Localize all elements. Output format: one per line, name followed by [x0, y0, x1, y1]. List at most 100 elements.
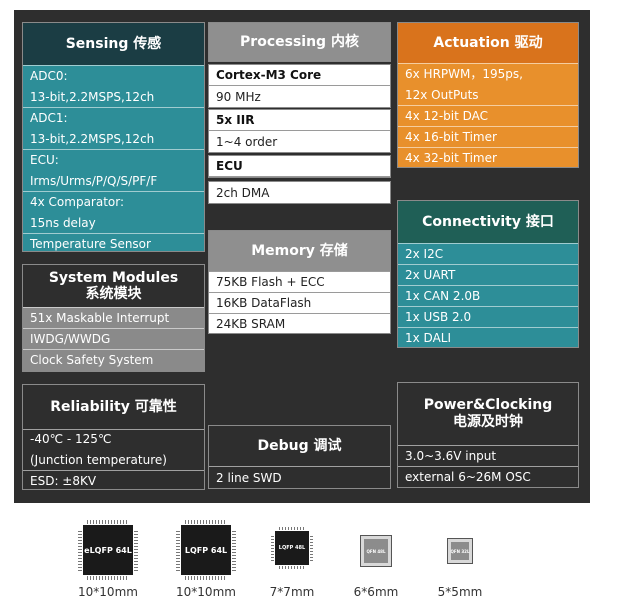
- actuation-item-label: 4x 32-bit Timer: [405, 151, 497, 165]
- actuation-item-label: 6x HRPWM，195ps,: [405, 66, 523, 81]
- power-clocking-block: Power&Clocking 电源及时钟 3.0~3.6V input exte…: [397, 382, 579, 488]
- power-item-input: 3.0~3.6V input: [398, 445, 578, 466]
- memory-item-dataflash: 16KB DataFlash: [209, 292, 390, 313]
- reliability-item-esd: ESD: ±8KV: [23, 470, 204, 491]
- elqfp64-chip-icon: eLQFP 64L: [78, 520, 138, 580]
- package-lqfp64: LQFP 64L 10*10mm: [170, 520, 242, 599]
- connectivity-item-uart: 2x UART: [398, 264, 578, 285]
- debug-title: Debug: [257, 437, 309, 454]
- package-label: QFN 48L: [366, 548, 386, 554]
- sensing-block: Sensing 传感 ADC0: 13-bit,2.2MSPS,12ch ADC…: [22, 22, 205, 252]
- memory-title: Memory: [251, 242, 315, 259]
- reliability-block: Reliability 可靠性 -40℃ - 125℃ (Junction te…: [22, 384, 205, 490]
- processing-block: Processing 内核 Cortex-M3 Core 90 MHz 5x I…: [208, 22, 391, 228]
- package-label: eLQFP 64L: [84, 545, 132, 555]
- connectivity-title: Connectivity: [422, 213, 521, 230]
- sensing-item-value: 15ns delay: [30, 215, 96, 230]
- lqfp48-chip-icon: LQFP 48L: [271, 527, 313, 569]
- sensing-item-temperature: Temperature Sensor: [23, 233, 204, 254]
- connectivity-item-can: 1x CAN 2.0B: [398, 285, 578, 306]
- processing-header: Processing 内核: [208, 22, 391, 62]
- connectivity-title-cn: 接口: [525, 213, 554, 230]
- reliability-item-temperature: -40℃ - 125℃ (Junction temperature): [23, 429, 204, 470]
- reliability-title-cn: 可靠性: [134, 398, 177, 415]
- reliability-item-label: ESD: ±8KV: [30, 474, 97, 488]
- sensing-item-value: Irms/Urms/P/Q/S/PF/F: [30, 173, 158, 188]
- package-size: 10*10mm: [176, 585, 236, 599]
- debug-header: Debug 调试: [209, 426, 390, 466]
- sensing-item-adc1: ADC1: 13-bit,2.2MSPS,12ch: [23, 107, 204, 149]
- iir-label: 5x IIR: [209, 110, 390, 131]
- actuation-item-value: 12x OutPuts: [405, 87, 479, 102]
- sensing-title-cn: 传感: [133, 35, 162, 52]
- power-clocking-header: Power&Clocking 电源及时钟: [398, 383, 578, 445]
- power-clocking-title: Power&Clocking: [423, 397, 553, 413]
- system-modules-item-interrupt: 51x Maskable Interrupt: [23, 307, 204, 328]
- memory-title-cn: 存储: [319, 242, 348, 259]
- package-label: QFN 32L: [450, 548, 470, 554]
- ecu-label: ECU: [209, 156, 390, 177]
- system-modules-item-watchdog: IWDG/WWDG: [23, 328, 204, 349]
- sensing-item-label: ADC0:: [30, 68, 68, 83]
- reliability-header: Reliability 可靠性: [23, 385, 204, 429]
- reliability-item-label: -40℃ - 125℃: [30, 432, 112, 446]
- system-modules-block: System Modules 系统模块 51x Maskable Interru…: [22, 264, 205, 372]
- actuation-block: Actuation 驱动 6x HRPWM，195ps, 12x OutPuts…: [397, 22, 579, 168]
- sensing-item-value: 13-bit,2.2MSPS,12ch: [30, 131, 155, 146]
- package-qfn48: QFN 48L 6*6mm: [348, 525, 404, 599]
- actuation-item-dac: 4x 12-bit DAC: [398, 105, 578, 126]
- sensing-item-label: ADC1:: [30, 110, 68, 125]
- actuation-title-cn: 驱动: [514, 34, 543, 51]
- power-clocking-title-cn: 电源及时钟: [453, 414, 523, 430]
- system-modules-title: System Modules: [48, 270, 179, 286]
- package-size: 7*7mm: [269, 585, 315, 599]
- qfn32-chip-icon: QFN 32L: [447, 538, 473, 564]
- core-box: Cortex-M3 Core 90 MHz: [208, 64, 391, 108]
- memory-header: Memory 存储: [209, 231, 390, 271]
- package-elqfp64: eLQFP 64L 10*10mm: [72, 520, 144, 599]
- actuation-item-timer32: 4x 32-bit Timer: [398, 147, 578, 168]
- memory-item-flash: 75KB Flash + ECC: [209, 271, 390, 292]
- core-value: 90 MHz: [216, 89, 261, 104]
- package-label: LQFP 64L: [184, 545, 228, 555]
- debug-title-cn: 调试: [313, 437, 342, 454]
- package-qfn32: QFN 32L 5*5mm: [432, 525, 488, 599]
- actuation-item-label: 4x 12-bit DAC: [405, 109, 489, 123]
- processing-title: Processing: [240, 33, 327, 50]
- ecu-box: ECU: [208, 155, 391, 178]
- core-label: Cortex-M3 Core: [209, 65, 390, 86]
- memory-item-sram: 24KB SRAM: [209, 313, 390, 334]
- package-size: 10*10mm: [78, 585, 138, 599]
- package-size: 5*5mm: [437, 585, 483, 599]
- processing-title-cn: 内核: [330, 33, 359, 50]
- system-modules-item-clock-safety: Clock Safety System: [23, 349, 204, 370]
- sensing-item-comparator: 4x Comparator: 15ns delay: [23, 191, 204, 233]
- connectivity-item-i2c: 2x I2C: [398, 243, 578, 264]
- system-modules-title-cn: 系统模块: [85, 286, 142, 302]
- sensing-item-value: 13-bit,2.2MSPS,12ch: [30, 89, 155, 104]
- power-item-osc: external 6~26M OSC: [398, 466, 578, 487]
- package-lqfp48: LQFP 48L 7*7mm: [264, 525, 320, 599]
- package-label: LQFP 48L: [278, 545, 306, 551]
- actuation-item-timer16: 4x 16-bit Timer: [398, 126, 578, 147]
- qfn48-chip-icon: QFN 48L: [360, 535, 392, 567]
- iir-value: 1~4 order: [216, 134, 278, 149]
- debug-item-swd: 2 line SWD: [209, 466, 390, 488]
- iir-box: 5x IIR 1~4 order: [208, 109, 391, 153]
- connectivity-item-usb: 1x USB 2.0: [398, 306, 578, 327]
- system-modules-header: System Modules 系统模块: [23, 265, 204, 307]
- sensing-item-adc0: ADC0: 13-bit,2.2MSPS,12ch: [23, 65, 204, 107]
- sensing-item-ecu: ECU: Irms/Urms/P/Q/S/PF/F: [23, 149, 204, 191]
- debug-block: Debug 调试 2 line SWD: [208, 425, 391, 489]
- actuation-item-label: 4x 16-bit Timer: [405, 130, 497, 144]
- sensing-item-label: 4x Comparator:: [30, 194, 125, 209]
- memory-block: Memory 存储 75KB Flash + ECC 16KB DataFlas…: [208, 230, 391, 334]
- actuation-title: Actuation: [433, 34, 510, 51]
- connectivity-item-dali: 1x DALI: [398, 327, 578, 348]
- connectivity-block: Connectivity 接口 2x I2C 2x UART 1x CAN 2.…: [397, 200, 579, 348]
- ecu-value: 2ch DMA: [216, 185, 270, 200]
- lqfp64-chip-icon: LQFP 64L: [176, 520, 236, 580]
- reliability-title: Reliability: [50, 398, 130, 415]
- sensing-item-label: Temperature Sensor: [30, 237, 151, 251]
- reliability-item-value: (Junction temperature): [30, 453, 167, 467]
